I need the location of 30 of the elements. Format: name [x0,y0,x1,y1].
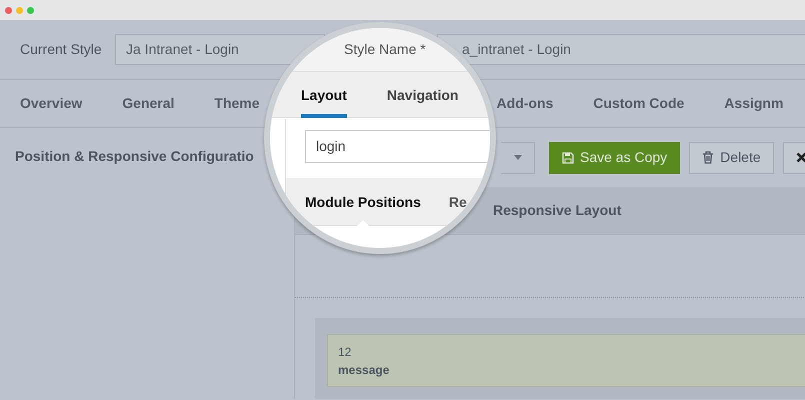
maximize-dot[interactable] [27,6,34,14]
style-name-field[interactable]: a_intranet - Login [437,34,805,65]
current-style-label: Current Style [20,40,103,59]
tab[interactable]: Navigation [386,72,458,118]
search-field[interactable]: login [305,130,490,163]
position-name: message [338,362,390,379]
dropdown-toggle[interactable] [501,142,535,174]
minimize-dot[interactable] [16,6,23,14]
current-style-select[interactable]: Ja Intranet - Login [115,34,325,65]
panel-title: Position & Responsive Configuratio [15,147,255,166]
trash-icon [702,151,714,164]
close-dot[interactable] [5,6,12,14]
caret-icon [514,155,522,160]
span-label: 12 [338,344,352,361]
caret-icon [356,220,370,227]
style-name-label: Style Name * [344,40,426,59]
tab[interactable]: Assignm [724,93,784,114]
close-icon [796,152,805,163]
tab[interactable]: Theme [214,93,260,114]
position-block[interactable]: 12 message [327,334,805,387]
delete-button[interactable]: Delete [689,142,774,174]
tab[interactable]: General [122,93,174,114]
tab[interactable]: Layout [301,72,347,118]
tab[interactable]: Overview [20,93,82,114]
layout-header-tab[interactable]: Responsive Layout [493,200,622,221]
tab[interactable]: Custom Code [593,93,684,114]
subtab[interactable]: Module Positions [305,178,421,226]
tab[interactable]: Add-ons [496,93,554,114]
save-as-copy-button[interactable]: Save as Copy [549,142,680,174]
subtab[interactable]: Re [448,178,467,226]
